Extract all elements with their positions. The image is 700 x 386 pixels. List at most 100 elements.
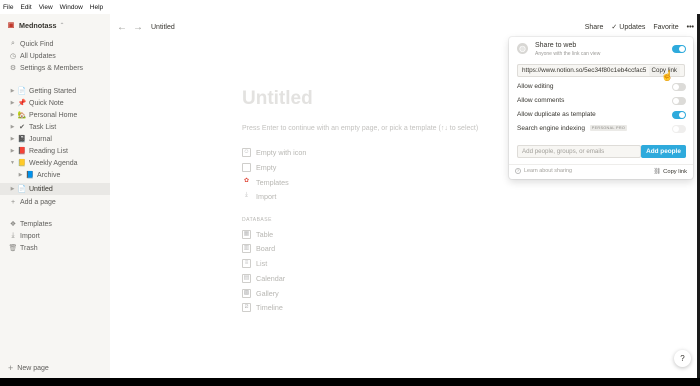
sidebar-page-archive[interactable]: ▶ 📘 Archive [0,169,110,181]
menu-edit[interactable]: Edit [20,4,31,11]
more-button[interactable]: ••• [687,24,694,31]
db-option-table[interactable]: ▦ Table [242,230,273,239]
option-empty[interactable]: Empty [242,163,276,172]
check-icon: ✓ [611,24,618,31]
sidebar-item-label: Archive [37,171,61,179]
workspace-switcher[interactable]: ▣ Mednotass ⌃ [7,21,65,30]
sidebar-item-trash[interactable]: 🗑 Trash [0,242,110,254]
sidebar-page-quick-note[interactable]: ▶ 📌 Quick Note [0,97,110,109]
sidebar-page-task-list[interactable]: ▶ ✔ Task List [0,121,110,133]
sidebar-page-reading-list[interactable]: ▶ 📕 Reading List [0,145,110,157]
templates-color-icon: ✿ [243,178,250,184]
learn-label: Learn about sharing [524,168,572,174]
menu-view[interactable]: View [39,4,53,11]
back-arrow-icon[interactable]: ← [117,22,127,33]
learn-about-sharing-link[interactable]: ? Learn about sharing [515,168,572,174]
question-icon: ? [515,168,521,174]
favorite-button[interactable]: Favorite [653,24,678,31]
page-icon [242,163,251,172]
option-label: Table [256,230,274,239]
sidebar: ▣ Mednotass ⌃ ⌕ Quick Find ◷ All Updates… [0,14,110,378]
sidebar-item-templates[interactable]: ❖ Templates [0,218,110,230]
footer-copy-link-button[interactable]: ⛓ Copy link [654,168,687,176]
sidebar-item-import[interactable]: ⤓ Import [0,230,110,242]
updates-button[interactable]: ✓ Updates [611,23,645,31]
collapse-triangle-icon[interactable]: ▼ [8,160,17,166]
ledger-icon: 📒 [17,160,27,167]
checkmark-icon: ✔ [19,124,25,131]
help-button[interactable]: ? [674,350,691,367]
option-label: Timeline [256,303,283,312]
import-icon: ⤓ [245,192,248,198]
menu-window[interactable]: Window [60,4,83,11]
pushpin-icon: 📌 [17,100,27,107]
menu-help[interactable]: Help [90,4,103,11]
sidebar-item-label: Personal Home [29,111,78,119]
expand-triangle-icon[interactable]: ▶ [8,112,17,118]
sidebar-page-weekly-agenda[interactable]: ▼ 📒 Weekly Agenda [0,157,110,169]
sidebar-page-personal-home[interactable]: ▶ 🏡 Personal Home [0,109,110,121]
calendar-icon: ▤ [242,274,251,283]
add-people-button[interactable]: Add people [641,145,686,158]
sidebar-item-quick-find[interactable]: ⌕ Quick Find [0,38,110,50]
sidebar-page-journal[interactable]: ▶ 📓 Journal [0,133,110,145]
share-link-field[interactable]: https://www.notion.so/5ec34f80c1eb4ccfac… [517,64,685,77]
search-indexing-row: Search engine indexing PERSONAL PRO [517,125,628,132]
sidebar-item-label: Reading List [29,147,68,155]
db-option-list[interactable]: ≡ List [242,259,267,268]
share-subtitle: Anyone with the link can view [535,51,601,57]
search-indexing-label: Search engine indexing [517,125,585,132]
notion-logo-icon: ▣ [7,21,15,29]
share-button[interactable]: Share [585,24,604,31]
expand-triangle-icon[interactable]: ▶ [8,100,17,106]
allow-editing-toggle[interactable] [672,83,686,91]
forward-arrow-icon[interactable]: → [133,22,143,33]
new-page-button[interactable]: + New page [8,363,49,373]
popup-divider [509,164,693,165]
expand-triangle-icon[interactable]: ▶ [8,88,17,94]
plus-icon: + [10,198,16,206]
share-to-web-toggle[interactable] [672,45,686,53]
option-templates[interactable]: ✿ Templates [242,178,289,187]
personal-pro-badge: PERSONAL PRO [589,125,628,132]
option-label: Board [256,244,276,253]
db-option-gallery[interactable]: ▩ Gallery [242,289,279,298]
allow-comments-label: Allow comments [517,97,565,104]
page-smile-icon: ☺ [242,148,251,157]
expand-triangle-icon[interactable]: ▶ [8,124,17,130]
option-label: Calendar [256,274,286,283]
sidebar-item-label: Quick Note [29,99,64,107]
expand-triangle-icon[interactable]: ▶ [8,186,17,192]
allow-duplicate-label: Allow duplicate as template [517,111,596,118]
db-option-calendar[interactable]: ▤ Calendar [242,274,285,283]
allow-duplicate-toggle[interactable] [672,111,686,119]
sidebar-item-label: All Updates [20,52,56,60]
sidebar-item-settings[interactable]: ⚙ Settings & Members [0,62,110,74]
import-icon: ⤓ [11,232,15,239]
expand-triangle-icon[interactable]: ▶ [8,148,17,154]
expand-triangle-icon[interactable]: ▶ [8,136,17,142]
allow-comments-toggle[interactable] [672,97,686,105]
sidebar-add-page[interactable]: + Add a page [0,196,110,208]
sidebar-item-all-updates[interactable]: ◷ All Updates [0,50,110,62]
option-empty-with-icon[interactable]: ☺ Empty with icon [242,148,306,157]
workspace-name: Mednotass [19,21,57,30]
db-option-timeline[interactable]: ⧄ Timeline [242,303,283,312]
search-indexing-toggle[interactable] [672,125,686,133]
page-icon: 📄 [17,88,27,95]
invite-input[interactable]: Add people, groups, or emails [517,145,641,158]
expand-triangle-icon[interactable]: ▶ [16,172,25,178]
sidebar-page-untitled[interactable]: ▶ 📄 Untitled [0,183,110,195]
menu-file[interactable]: File [3,4,13,11]
breadcrumb[interactable]: Untitled [151,24,175,31]
book-icon: 📕 [17,148,27,155]
share-title: Share to web [535,42,577,49]
page-icon: 📄 [17,186,27,193]
option-import[interactable]: ⤓ Import [242,192,276,201]
sidebar-page-getting-started[interactable]: ▶ 📄 Getting Started [0,85,110,97]
sidebar-item-label: Add a page [20,198,56,206]
trash-icon: 🗑 [8,245,18,252]
page-title[interactable]: Untitled [242,88,313,110]
house-icon: 🏡 [17,112,27,119]
db-option-board[interactable]: ▥ Board [242,244,275,253]
